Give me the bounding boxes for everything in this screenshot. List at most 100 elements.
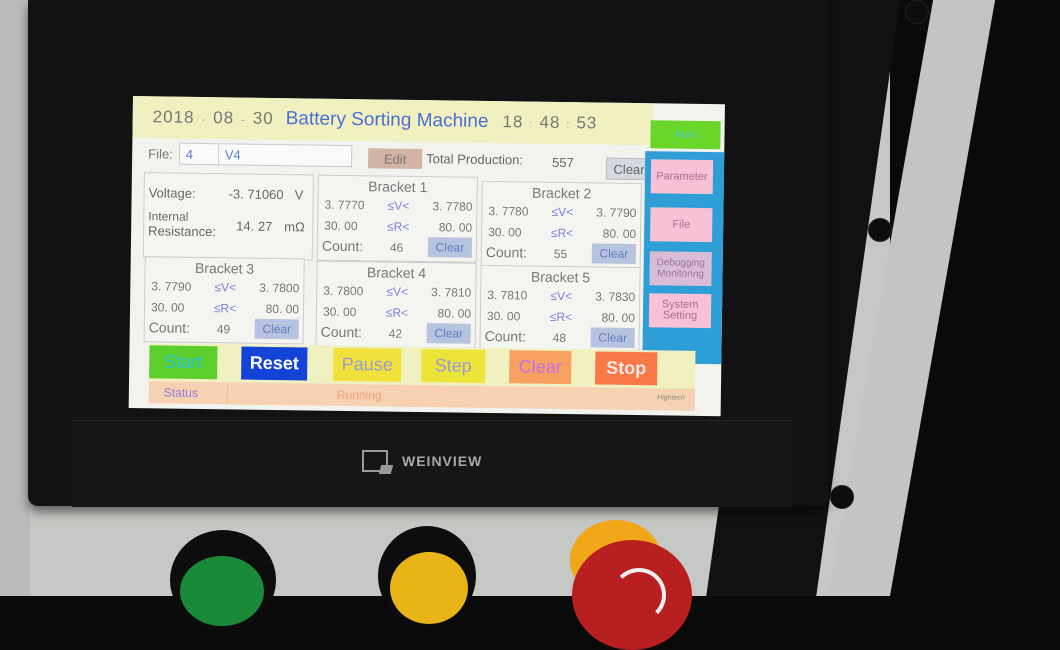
r-op: ≤R< — [550, 225, 574, 241]
resistance-label-2: Resistance: — [148, 223, 217, 240]
date-year: 2018 — [152, 107, 195, 127]
resistance-range: 30. 00 ≤R< 80. 00 — [324, 219, 472, 235]
date-sep: - — [241, 114, 246, 127]
v-op: ≤V< — [550, 288, 573, 304]
mounting-hole — [905, 0, 929, 24]
voltage-range: 3. 7780 ≤V< 3. 7790 — [488, 204, 636, 220]
header-bar: 2018-08-30 Battery Sorting Machine 18:48… — [132, 96, 653, 146]
time-sep: : — [529, 118, 534, 131]
resistance-label-1: Internal — [148, 209, 189, 224]
sidebar-item-file[interactable]: File — [650, 207, 713, 243]
step-button[interactable]: Step — [421, 349, 486, 383]
v-min: 3. 7810 — [487, 287, 528, 303]
voltage-range: 3. 7810 ≤V< 3. 7830 — [487, 288, 635, 304]
bracket-title: Bracket 4 — [366, 264, 427, 282]
clear-bracket-4-button[interactable]: Clear — [426, 323, 471, 344]
r-max: 80. 00 — [438, 220, 473, 235]
voltage-unit: V — [294, 187, 304, 203]
v-op: ≤V< — [386, 284, 409, 299]
total-production-label: Total Production: — [426, 151, 524, 168]
start-button[interactable]: Start — [149, 345, 218, 380]
v-max: 3. 7790 — [596, 205, 637, 221]
rotate-arrow-icon — [612, 568, 666, 622]
measurement-panel: Voltage: -3. 71060 V Internal Resistance… — [142, 172, 314, 261]
run-indicator: RUN — [650, 120, 721, 150]
sidebar-item-debugging-monitoring[interactable]: Debugging Monitoring — [649, 251, 712, 287]
v-op: ≤V< — [551, 204, 574, 220]
bracket-title: Bracket 1 — [368, 178, 428, 196]
status-label: Status — [163, 385, 198, 400]
page-title: Battery Sorting Machine — [285, 108, 489, 132]
count-value: 48 — [552, 330, 567, 346]
count-value: 55 — [553, 246, 568, 262]
date-day: 30 — [252, 108, 274, 128]
status-value: Running — [336, 387, 382, 403]
time-hour: 18 — [502, 112, 524, 132]
edit-button[interactable]: Edit — [368, 148, 423, 170]
voltage-value: -3. 71060 — [228, 186, 284, 203]
v-min: 3. 7790 — [151, 279, 192, 294]
resistance-range: 30. 00 ≤R< 80. 00 — [487, 309, 635, 325]
count-value: 46 — [389, 240, 404, 255]
brand-name: WEINVIEW — [402, 453, 483, 469]
sidebar-item-system-setting[interactable]: System Setting — [648, 293, 712, 329]
clear-bracket-1-button[interactable]: Clear — [427, 237, 473, 258]
resistance-value: 14. 27 — [236, 218, 273, 234]
time-second: 53 — [576, 113, 598, 133]
r-max: 80. 00 — [602, 226, 637, 242]
stop-button[interactable]: Stop — [595, 351, 658, 386]
voltage-range: 3. 7770 ≤V< 3. 7780 — [324, 198, 472, 214]
sidebar-item-parameter[interactable]: Parameter — [650, 159, 714, 195]
voltage-label: Voltage: — [148, 185, 196, 201]
r-min: 30. 00 — [488, 224, 522, 240]
clear-bracket-5-button[interactable]: Clear — [590, 327, 635, 349]
v-op: ≤V< — [214, 280, 237, 295]
count-value: 42 — [388, 326, 403, 341]
bracket-title: Bracket 5 — [530, 268, 591, 286]
resistance-range: 30. 00 ≤R< 80. 00 — [323, 305, 471, 321]
pause-button[interactable]: Pause — [333, 347, 402, 382]
touch-hand-icon — [362, 450, 388, 472]
v-min: 3. 7800 — [323, 283, 364, 299]
reset-button[interactable]: Reset — [241, 346, 308, 381]
v-max: 3. 7780 — [432, 199, 473, 214]
date-month: 08 — [213, 108, 235, 128]
file-number-field[interactable]: 4 — [178, 142, 219, 166]
file-label: File: — [148, 145, 173, 162]
clear-bracket-2-button[interactable]: Clear — [591, 243, 636, 265]
yellow-pushbutton[interactable] — [390, 552, 468, 624]
bracket-2-panel: Bracket 2 3. 7780 ≤V< 3. 7790 30. 00 ≤R<… — [480, 180, 642, 270]
count-value: 49 — [216, 322, 231, 337]
bracket-title: Bracket 3 — [194, 259, 255, 277]
file-name-field[interactable]: V4 — [218, 143, 352, 168]
bracket-5-panel: Bracket 5 3. 7810 ≤V< 3. 7830 30. 00 ≤R<… — [479, 264, 641, 354]
mounting-hole — [868, 218, 892, 242]
time-sep: : — [566, 119, 571, 132]
v-max: 3. 7800 — [259, 280, 300, 296]
resistance-range: 30. 00 ≤R< 80. 00 — [488, 225, 636, 241]
clear-all-button[interactable]: Clear — [509, 350, 572, 385]
vendor-logo: Hightech — [657, 394, 685, 402]
clear-bracket-3-button[interactable]: Clear — [254, 318, 299, 340]
r-max: 80. 00 — [265, 301, 300, 317]
file-row: File: 4 V4 — [148, 142, 352, 168]
v-min: 3. 7780 — [488, 203, 529, 219]
r-op: ≤R< — [213, 301, 237, 316]
r-op: ≤R< — [386, 219, 410, 234]
green-pushbutton[interactable] — [180, 556, 264, 626]
wall — [0, 0, 30, 596]
r-op: ≤R< — [385, 305, 409, 320]
status-divider — [226, 382, 229, 405]
voltage-range: 3. 7800 ≤V< 3. 7810 — [323, 284, 471, 300]
bracket-title: Bracket 2 — [532, 184, 592, 202]
r-min: 30. 00 — [486, 308, 521, 324]
r-min: 30. 00 — [150, 300, 185, 315]
bracket-3-panel: Bracket 3 3. 7790 ≤V< 3. 7800 30. 00 ≤R<… — [143, 256, 305, 345]
count-label: Count: — [321, 237, 364, 255]
date-sep: - — [201, 113, 207, 127]
total-production-value: 557 — [552, 154, 574, 171]
count-label: Count: — [484, 327, 527, 345]
brand-logo: WEINVIEW — [362, 450, 482, 472]
count-label: Count: — [320, 323, 363, 341]
r-max: 80. 00 — [601, 310, 636, 326]
